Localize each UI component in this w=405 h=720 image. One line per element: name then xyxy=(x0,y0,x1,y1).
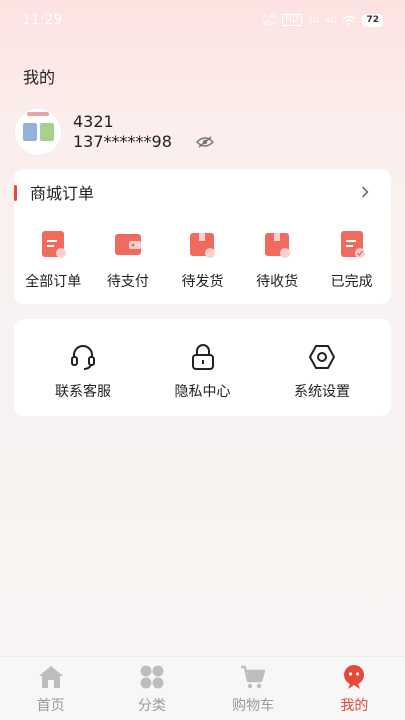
service-label: 系统设置 xyxy=(294,384,350,400)
box-delivery-icon xyxy=(262,229,292,259)
status-time: 11:29 xyxy=(22,12,63,28)
accent-bar xyxy=(14,185,17,201)
order-item-all[interactable]: 全部订单 xyxy=(16,229,91,291)
avatar-decoration xyxy=(27,112,49,116)
service-item-privacy[interactable]: 隐私中心 xyxy=(155,343,251,401)
order-label: 待发货 xyxy=(181,274,224,290)
cart-icon xyxy=(240,664,266,690)
box-pending-icon xyxy=(187,229,217,259)
tab-label: 我的 xyxy=(340,698,369,714)
service-item-settings[interactable]: 系统设置 xyxy=(274,343,370,401)
all-orders-icon xyxy=(38,229,68,259)
orders-row: 全部订单 待支付 待发货 待收货 已完成 xyxy=(14,215,391,291)
order-item-pending-payment[interactable]: 待支付 xyxy=(91,229,166,291)
bottom-tab-bar: 首页 分类 购物车 我的 xyxy=(0,656,405,720)
tab-label: 购物车 xyxy=(232,698,275,714)
tab-category[interactable]: 分类 xyxy=(101,657,202,720)
orders-card: 商城订单 全部订单 待支付 待发货 待收货 已完成 xyxy=(14,169,391,304)
avatar[interactable] xyxy=(14,108,62,156)
service-label: 隐私中心 xyxy=(174,384,231,400)
order-label: 待支付 xyxy=(106,274,149,290)
order-item-pending-receipt[interactable]: 待收货 xyxy=(240,229,315,291)
tab-home[interactable]: 首页 xyxy=(0,657,101,720)
eye-off-icon[interactable] xyxy=(195,135,214,149)
chevron-right-icon[interactable] xyxy=(361,186,373,198)
category-icon xyxy=(139,664,165,690)
orders-header[interactable]: 商城订单 xyxy=(14,169,391,215)
username: 4321 xyxy=(73,112,114,131)
service-label: 联系客服 xyxy=(55,384,111,400)
services-row: 联系客服 隐私中心 系统设置 xyxy=(14,319,391,401)
status-indicators: 0.40 KB/s HD 5G 4G 72 xyxy=(263,13,383,27)
order-item-completed[interactable]: 已完成 xyxy=(314,229,389,291)
profile-text: 4321 137******98 xyxy=(73,112,214,152)
order-item-pending-shipment[interactable]: 待发货 xyxy=(165,229,240,291)
network-speed: 0.40 KB/s xyxy=(262,13,277,27)
profile-icon xyxy=(341,664,367,690)
lock-icon xyxy=(188,343,218,371)
tab-label: 分类 xyxy=(137,698,166,714)
headset-icon xyxy=(68,343,98,371)
settings-icon xyxy=(307,343,337,371)
completed-icon xyxy=(337,229,367,259)
page-title: 我的 xyxy=(23,68,56,87)
phone-number: 137******98 xyxy=(73,132,172,151)
home-icon xyxy=(38,664,64,690)
hd-badge: HD xyxy=(282,14,302,26)
status-bar: 11:29 0.40 KB/s HD 5G 4G 72 xyxy=(0,0,405,40)
profile-section[interactable]: 4321 137******98 xyxy=(14,108,214,156)
signal-5g: 5G xyxy=(307,15,320,25)
wallet-icon xyxy=(113,229,143,259)
signal-4g: 4G xyxy=(325,15,337,25)
tab-profile[interactable]: 我的 xyxy=(304,657,405,720)
order-label: 全部订单 xyxy=(25,274,82,290)
tab-cart[interactable]: 购物车 xyxy=(203,657,304,720)
phone-row: 137******98 xyxy=(73,132,214,152)
orders-title: 商城订单 xyxy=(30,184,95,203)
wifi-icon xyxy=(342,15,356,25)
order-label: 待收货 xyxy=(256,274,299,290)
services-card: 联系客服 隐私中心 系统设置 xyxy=(14,319,391,416)
battery-indicator: 72 xyxy=(362,13,383,27)
order-label: 已完成 xyxy=(330,274,373,290)
tab-label: 首页 xyxy=(36,698,65,714)
service-item-customer-service[interactable]: 联系客服 xyxy=(35,343,131,401)
